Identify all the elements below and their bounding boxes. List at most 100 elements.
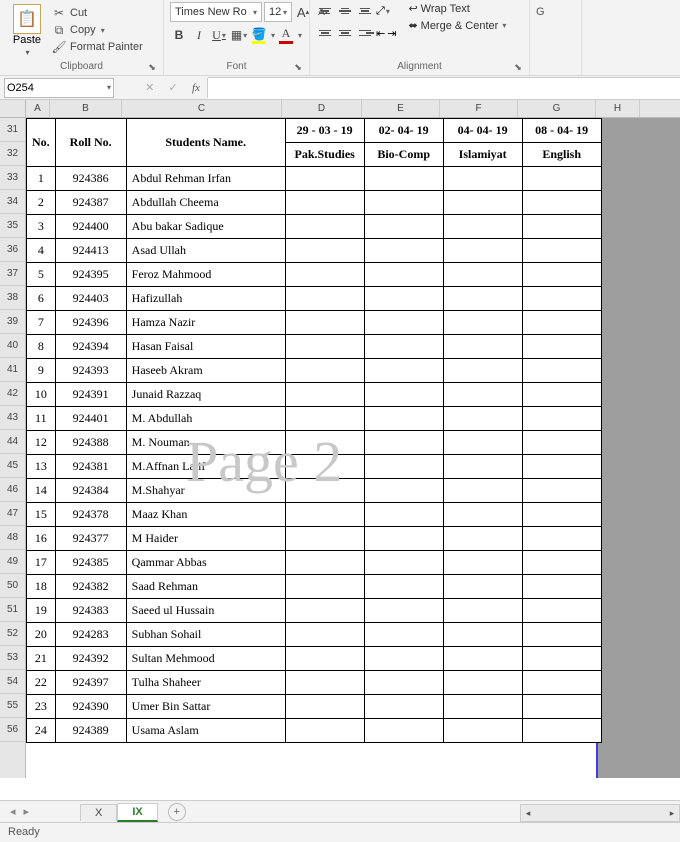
- cell-name[interactable]: Usama Aslam: [126, 719, 285, 743]
- cell-name[interactable]: Haseeb Akram: [126, 359, 285, 383]
- cell-blank[interactable]: [443, 623, 522, 647]
- cell-blank[interactable]: [364, 239, 443, 263]
- cell-name[interactable]: Sultan Mehmood: [126, 647, 285, 671]
- cell-no[interactable]: 17: [27, 551, 56, 575]
- cell-name[interactable]: Subhan Sohail: [126, 623, 285, 647]
- cell-roll[interactable]: 924397: [55, 671, 126, 695]
- tab-nav-prev-icon[interactable]: ◂: [10, 805, 16, 818]
- row-header[interactable]: 32: [0, 142, 25, 166]
- cell-blank[interactable]: [285, 551, 364, 575]
- cell-blank[interactable]: [522, 239, 601, 263]
- cell-blank[interactable]: [285, 503, 364, 527]
- cell-no[interactable]: 6: [27, 287, 56, 311]
- cell-blank[interactable]: [522, 455, 601, 479]
- horizontal-scrollbar[interactable]: ◂▸: [520, 804, 680, 822]
- cell-blank[interactable]: [364, 719, 443, 743]
- row-header[interactable]: 41: [0, 358, 25, 382]
- cell-blank[interactable]: [364, 311, 443, 335]
- cell-roll[interactable]: 924387: [55, 191, 126, 215]
- cell-blank[interactable]: [522, 479, 601, 503]
- sheet-tab-ix[interactable]: IX: [117, 803, 157, 822]
- cell-blank[interactable]: [522, 623, 601, 647]
- cell-blank[interactable]: [522, 503, 601, 527]
- cell-blank[interactable]: [522, 575, 601, 599]
- cell-blank[interactable]: [443, 431, 522, 455]
- align-center-button[interactable]: [336, 24, 354, 42]
- cell-roll[interactable]: 924396: [55, 311, 126, 335]
- cell-blank[interactable]: [285, 383, 364, 407]
- cell-blank[interactable]: [285, 287, 364, 311]
- row-header[interactable]: 33: [0, 166, 25, 190]
- cell-blank[interactable]: [522, 359, 601, 383]
- clipboard-launcher-icon[interactable]: ⬊: [147, 62, 157, 72]
- row-header[interactable]: 45: [0, 454, 25, 478]
- row-header[interactable]: 31: [0, 118, 25, 142]
- cell-no[interactable]: 5: [27, 263, 56, 287]
- cell-blank[interactable]: [364, 695, 443, 719]
- row-header[interactable]: 38: [0, 286, 25, 310]
- cell-blank[interactable]: [364, 167, 443, 191]
- cell-roll[interactable]: 924392: [55, 647, 126, 671]
- cell-blank[interactable]: [443, 407, 522, 431]
- cell-no[interactable]: 3: [27, 215, 56, 239]
- cell-blank[interactable]: [522, 407, 601, 431]
- cell-roll[interactable]: 924391: [55, 383, 126, 407]
- cell-blank[interactable]: [443, 527, 522, 551]
- th-name[interactable]: Students Name.: [126, 119, 285, 167]
- cell-blank[interactable]: [443, 311, 522, 335]
- cell-blank[interactable]: [285, 431, 364, 455]
- cell-roll[interactable]: 924413: [55, 239, 126, 263]
- cell-name[interactable]: Tulha Shaheer: [126, 671, 285, 695]
- cell-blank[interactable]: [522, 335, 601, 359]
- cell-blank[interactable]: [364, 335, 443, 359]
- cell-blank[interactable]: [443, 191, 522, 215]
- cell-blank[interactable]: [364, 575, 443, 599]
- cell-blank[interactable]: [285, 215, 364, 239]
- cell-blank[interactable]: [364, 287, 443, 311]
- name-box[interactable]: O254▾: [4, 78, 114, 98]
- cell-blank[interactable]: [364, 431, 443, 455]
- cell-blank[interactable]: [285, 191, 364, 215]
- paste-button[interactable]: 📋 Paste ▾: [6, 2, 48, 57]
- cell-blank[interactable]: [285, 719, 364, 743]
- cell-blank[interactable]: [443, 359, 522, 383]
- cell-blank[interactable]: [522, 695, 601, 719]
- cell-no[interactable]: 10: [27, 383, 56, 407]
- cell-name[interactable]: Umer Bin Sattar: [126, 695, 285, 719]
- decrease-indent-button[interactable]: ⇤: [376, 27, 385, 40]
- cell-name[interactable]: Maaz Khan: [126, 503, 285, 527]
- cell-no[interactable]: 1: [27, 167, 56, 191]
- cell-blank[interactable]: [285, 647, 364, 671]
- cell-roll[interactable]: 924382: [55, 575, 126, 599]
- cell-blank[interactable]: [285, 623, 364, 647]
- cell-blank[interactable]: [285, 335, 364, 359]
- wrap-text-button[interactable]: ↩Wrap Text: [408, 2, 506, 15]
- cell-no[interactable]: 16: [27, 527, 56, 551]
- tab-nav-next-icon[interactable]: ▸: [24, 805, 30, 818]
- cell-blank[interactable]: [522, 215, 601, 239]
- cell-blank[interactable]: [443, 719, 522, 743]
- cell-blank[interactable]: [285, 407, 364, 431]
- cell-name[interactable]: Abdul Rehman Irfan: [126, 167, 285, 191]
- cell-blank[interactable]: [522, 599, 601, 623]
- font-size-select[interactable]: 12▾: [264, 2, 292, 22]
- fx-icon[interactable]: fx: [192, 82, 200, 94]
- cell-roll[interactable]: 924283: [55, 623, 126, 647]
- cell-name[interactable]: M.Shahyar: [126, 479, 285, 503]
- cancel-formula-icon[interactable]: ✕: [145, 81, 154, 94]
- cell-blank[interactable]: [364, 623, 443, 647]
- cell-blank[interactable]: [522, 287, 601, 311]
- cells-area[interactable]: Page 2 No. Roll No. Students Name. 29 - …: [26, 118, 680, 778]
- cell-roll[interactable]: 924388: [55, 431, 126, 455]
- cell-blank[interactable]: [285, 671, 364, 695]
- th-no[interactable]: No.: [27, 119, 56, 167]
- borders-button[interactable]: ▦▾: [230, 26, 248, 44]
- cell-no[interactable]: 9: [27, 359, 56, 383]
- row-header[interactable]: 35: [0, 214, 25, 238]
- row-header[interactable]: 54: [0, 670, 25, 694]
- cell-no[interactable]: 4: [27, 239, 56, 263]
- cell-blank[interactable]: [285, 311, 364, 335]
- cell-blank[interactable]: [443, 671, 522, 695]
- sheet-tab-x[interactable]: X: [80, 804, 117, 821]
- copy-button[interactable]: ⧉Copy▾: [52, 23, 143, 37]
